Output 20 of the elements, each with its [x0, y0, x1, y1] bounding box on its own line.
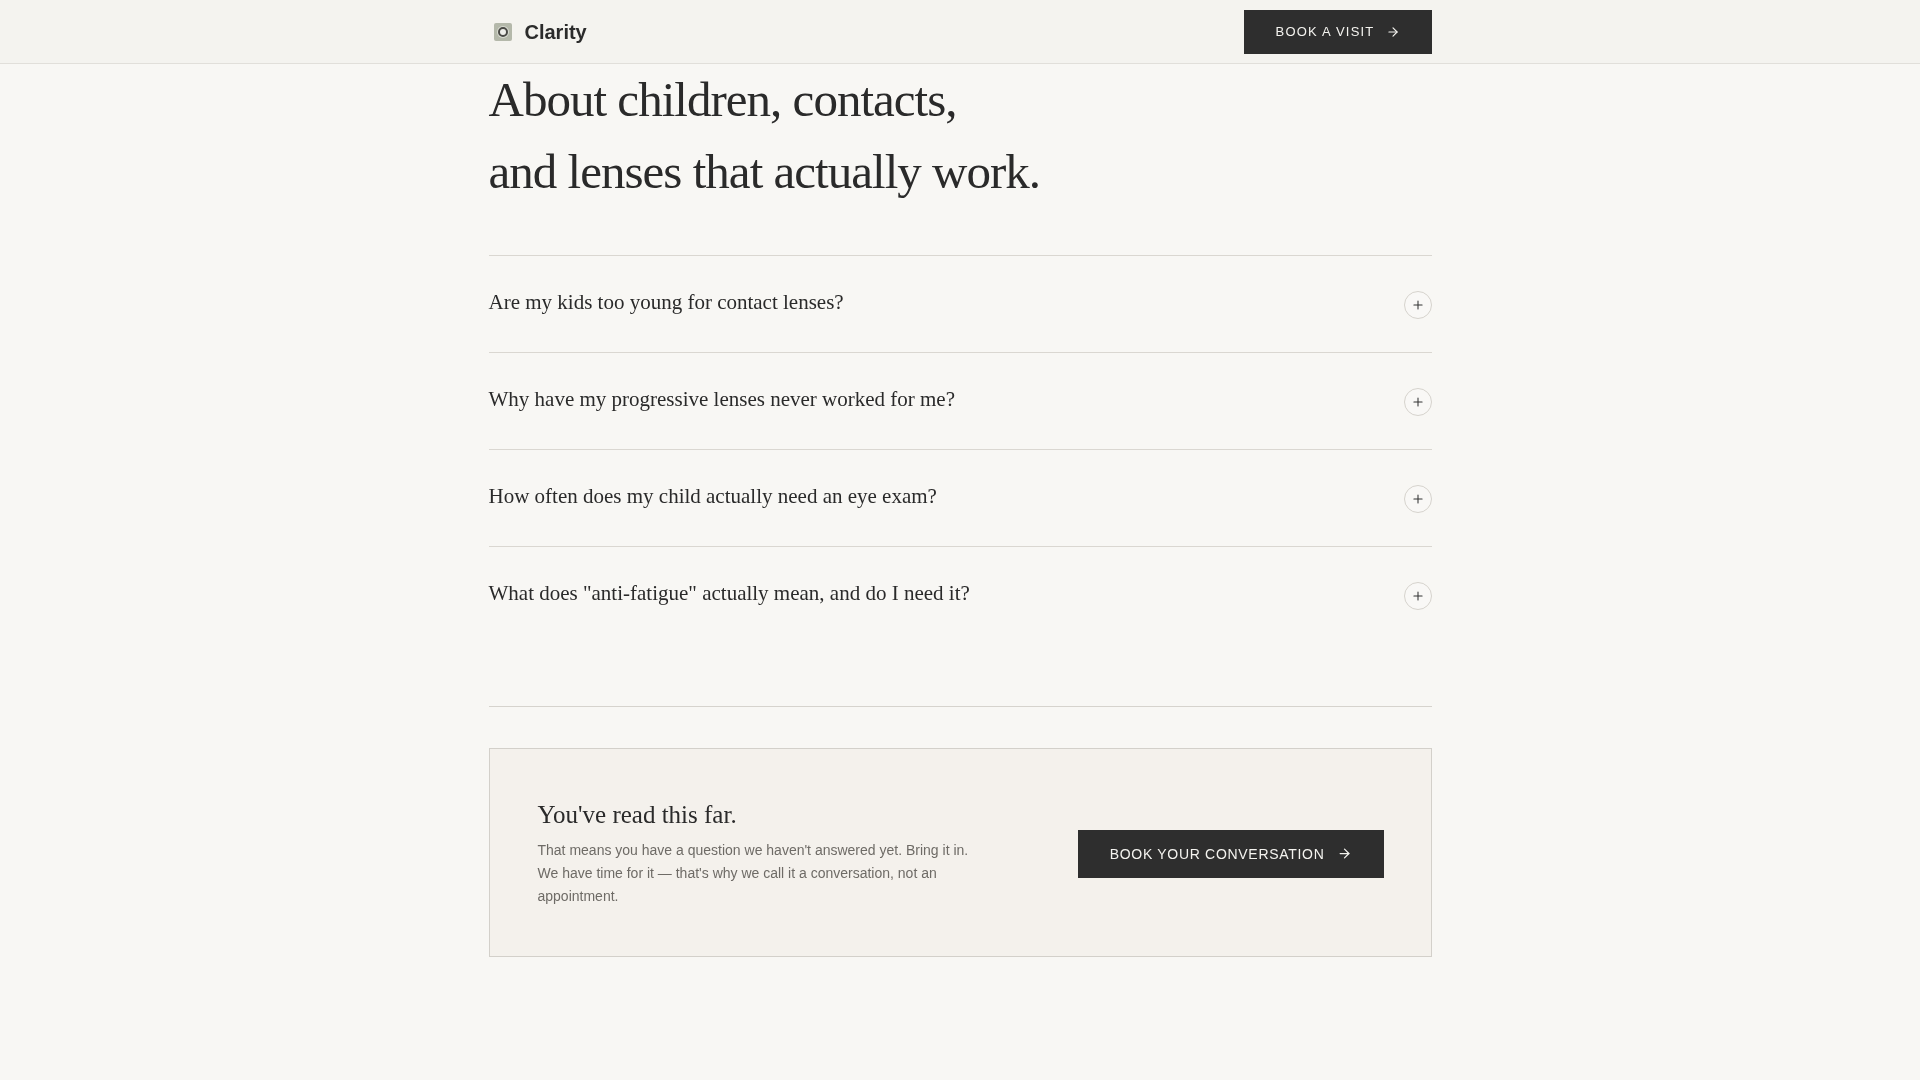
page-heading: About children, contacts, and lenses that actually work. [488, 71, 1042, 201]
cta-text: That means you have a question we haven't answered yet. Bring it in. We have time for it — that's why we call it a conversation, not an appointment. [537, 841, 970, 906]
plus-icon [1410, 395, 1425, 409]
faq-question: Why have my progressive lenses never worked for me? [488, 386, 955, 413]
book-conversation-button[interactable]: BOOK YOUR CONVERSATION [1077, 829, 1384, 878]
plus-icon [1410, 298, 1425, 312]
faq-question: How often does my child actually need an eye exam? [488, 483, 937, 510]
plus-icon [1410, 589, 1425, 603]
plus-icon [1410, 492, 1425, 506]
faq-question: What does "anti-fatigue" actually mean, and do I need it? [488, 580, 970, 607]
cta-title: You've read this far. [537, 800, 738, 830]
expand-toggle[interactable] [1403, 388, 1432, 416]
logo-icon [493, 22, 512, 41]
expand-toggle[interactable] [1403, 582, 1432, 610]
book-visit-button[interactable]: BOOK A VISIT [1243, 9, 1432, 54]
arrow-right-icon [1336, 846, 1352, 861]
expand-toggle[interactable] [1403, 291, 1432, 319]
brand-name: Clarity [524, 19, 587, 44]
faq-question: Are my kids too young for contact lenses? [488, 289, 844, 316]
expand-toggle[interactable] [1403, 485, 1432, 513]
